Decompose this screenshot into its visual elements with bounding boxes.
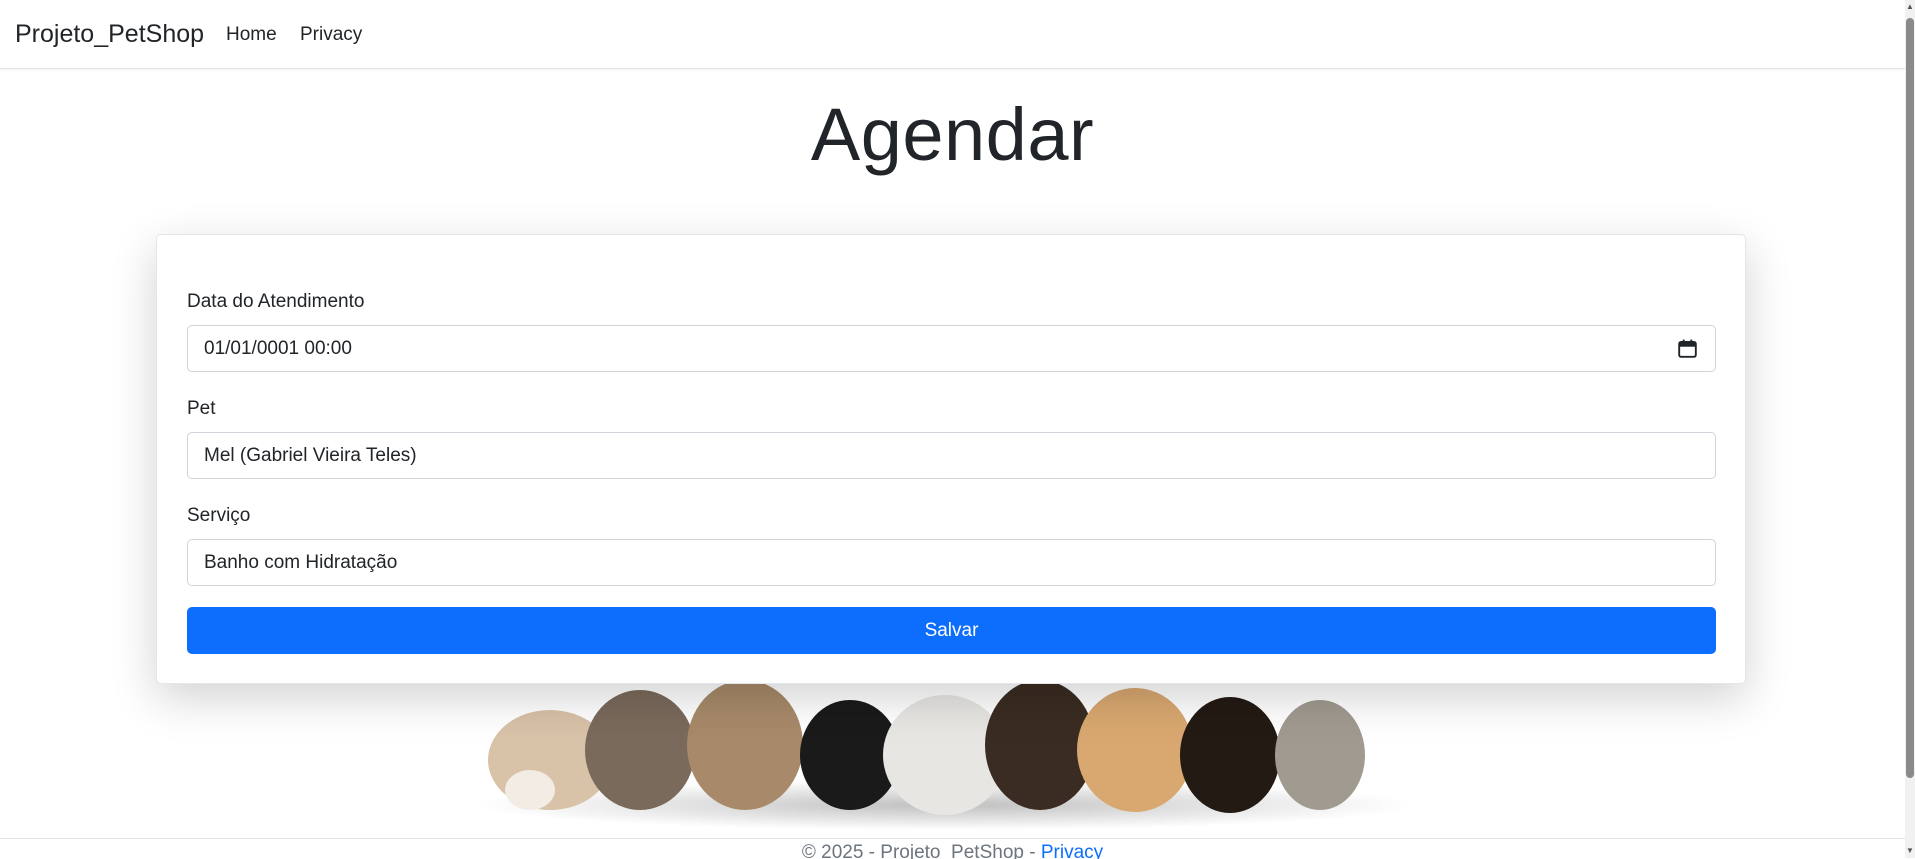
navbar: Projeto_PetShop Home Privacy	[0, 0, 1905, 69]
pet-select[interactable]: Mel (Gabriel Vieira Teles)	[187, 432, 1716, 479]
scrollbar-thumb[interactable]	[1906, 18, 1914, 778]
nav-link-home[interactable]: Home	[226, 24, 277, 46]
appointment-form-card: Data do Atendimento 01/01/0001 00:00 Pet…	[156, 234, 1746, 684]
pets-image	[480, 680, 1410, 830]
calendar-icon[interactable]	[1678, 339, 1697, 358]
pet-label: Pet	[187, 398, 216, 419]
scrollbar[interactable]: ▲ ▼	[1905, 0, 1915, 858]
pet-select-value: Mel (Gabriel Vieira Teles)	[204, 444, 417, 466]
footer-privacy-link[interactable]: Privacy	[1041, 842, 1103, 859]
date-input[interactable]: 01/01/0001 00:00	[187, 325, 1716, 372]
service-label: Serviço	[187, 505, 251, 526]
service-select-value: Banho com Hidratação	[204, 551, 398, 573]
date-label: Data do Atendimento	[187, 291, 365, 312]
date-input-value: 01/01/0001 00:00	[204, 337, 352, 359]
footer: © 2025 - Projeto_PetShop - Privacy	[0, 838, 1905, 859]
page-title: Agendar	[810, 93, 1095, 176]
service-select[interactable]: Banho com Hidratação	[187, 539, 1716, 586]
scroll-down-icon[interactable]: ▼	[1906, 846, 1914, 856]
nav-link-privacy[interactable]: Privacy	[300, 24, 362, 46]
scroll-up-icon[interactable]: ▲	[1906, 2, 1914, 12]
brand-link[interactable]: Projeto_PetShop	[15, 20, 204, 49]
footer-copyright: © 2025 - Projeto_PetShop -	[801, 842, 1041, 859]
save-button[interactable]: Salvar	[187, 607, 1716, 654]
